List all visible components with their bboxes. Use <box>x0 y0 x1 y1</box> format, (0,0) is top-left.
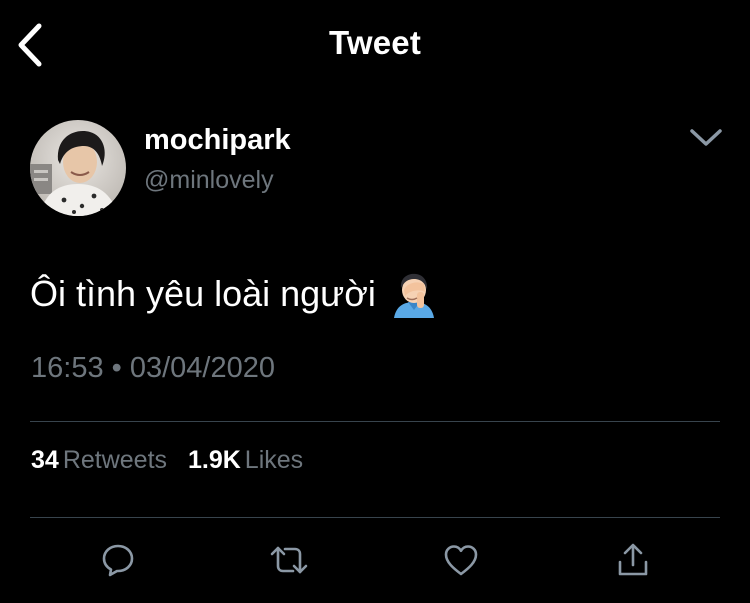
top-bar: Tweet <box>0 0 750 92</box>
tweet-text-content: Ôi tình yêu loài người <box>30 273 376 314</box>
likes-count: 1.9K <box>187 446 241 474</box>
reply-button[interactable] <box>98 540 138 580</box>
likes-label: Likes <box>244 446 304 474</box>
retweets-stat[interactable]: 34 Retweets <box>31 446 167 475</box>
tweet-timestamp: 16:53 • 03/04/2020 <box>31 352 275 385</box>
tweet-time: 16:53 <box>31 352 104 384</box>
reply-icon <box>100 542 136 578</box>
tweet-date: 03/04/2020 <box>129 352 276 384</box>
page-title: Tweet <box>328 24 422 61</box>
tweet-stats: 34 Retweets 1.9K Likes <box>31 446 303 475</box>
chevron-down-icon <box>688 124 724 150</box>
tweet-menu-button[interactable] <box>688 124 724 150</box>
share-icon <box>616 542 650 578</box>
share-button[interactable] <box>613 540 653 580</box>
divider <box>30 517 720 518</box>
avatar[interactable] <box>30 120 126 216</box>
retweets-count: 34 <box>31 446 59 474</box>
retweets-label: Retweets <box>62 446 168 474</box>
person-facepalming-emoji <box>390 270 438 318</box>
like-icon <box>443 543 479 577</box>
author-display-name[interactable]: mochipark <box>144 124 291 157</box>
retweet-icon <box>269 542 309 578</box>
divider <box>30 421 720 422</box>
timestamp-separator: • <box>111 352 122 384</box>
author-handle[interactable]: @minlovely <box>144 166 274 195</box>
likes-stat[interactable]: 1.9K Likes <box>188 446 303 475</box>
tweet-text: Ôi tình yêu loài người <box>30 270 438 318</box>
like-button[interactable] <box>441 540 481 580</box>
retweet-button[interactable] <box>269 540 309 580</box>
